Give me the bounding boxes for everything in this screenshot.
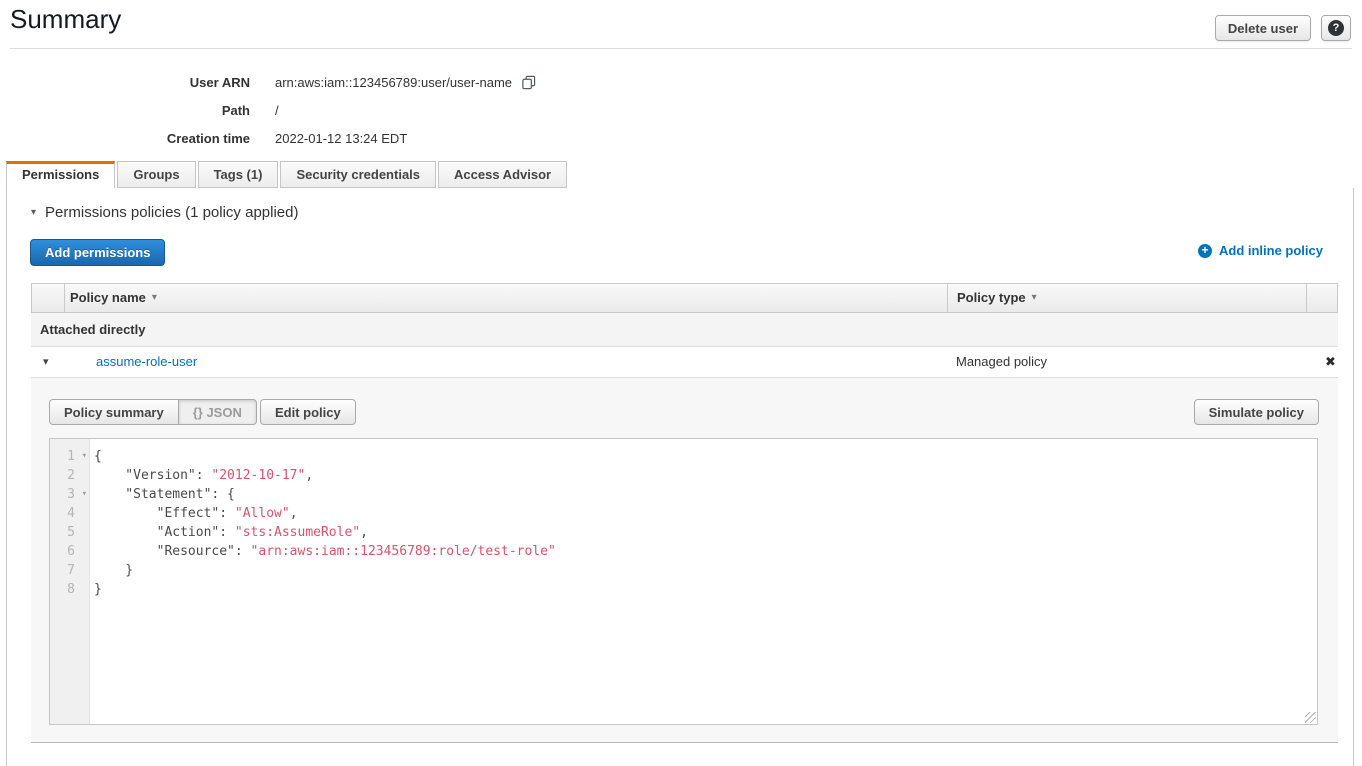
- column-separator: [947, 284, 948, 312]
- iam-user-summary-page: Summary Delete user ? User ARN arn:aws:i…: [0, 0, 1362, 766]
- permissions-policies-heading[interactable]: ▾ Permissions policies (1 policy applied…: [31, 204, 298, 221]
- section-collapse-caret-icon: ▾: [31, 207, 36, 218]
- tab-tags[interactable]: Tags (1): [198, 161, 279, 188]
- copy-icon[interactable]: [521, 75, 536, 90]
- column-header-policy-type[interactable]: Policy type ▾: [957, 284, 1037, 312]
- editor-code-area: { "Version": "2012-10-17", "Statement": …: [90, 439, 1317, 724]
- policy-view-toggle-group: Policy summary {} JSON: [49, 399, 257, 425]
- edit-policy-button[interactable]: Edit policy: [260, 399, 356, 425]
- row-expand-caret-icon[interactable]: ▾: [43, 347, 49, 377]
- policy-detail-expanded: Policy summary {} JSON Edit policy Simul…: [31, 377, 1338, 743]
- line-number: 8: [50, 580, 89, 599]
- creation-time-label: Creation time: [0, 131, 250, 146]
- policy-table-header: Policy name ▾ Policy type ▾: [31, 283, 1338, 313]
- line-number: 5: [50, 523, 89, 542]
- column-separator: [1306, 284, 1307, 312]
- code-line: "Action": "sts:AssumeRole",: [94, 523, 1317, 542]
- line-number: 2: [50, 466, 89, 485]
- creation-time-value: 2022-01-12 13:24 EDT: [275, 131, 407, 146]
- json-view-button[interactable]: {} JSON: [178, 399, 257, 425]
- line-number: 6: [50, 542, 89, 561]
- column-separator: [64, 284, 65, 312]
- user-arn-row: User ARN arn:aws:iam::123456789:user/use…: [0, 68, 536, 96]
- fold-caret-icon[interactable]: ▾: [82, 447, 87, 466]
- tab-bar: Permissions Groups Tags (1) Security cre…: [6, 161, 569, 188]
- code-line: "Statement": {: [94, 485, 1317, 504]
- sort-caret-icon: ▾: [1032, 284, 1037, 312]
- tab-access-advisor[interactable]: Access Advisor: [438, 161, 567, 188]
- policy-json-editor[interactable]: 1 ▾ 2 3 ▾ 4 5 6 7 8: [49, 438, 1318, 725]
- remove-policy-icon[interactable]: ✖: [1314, 347, 1347, 377]
- help-button[interactable]: ?: [1321, 15, 1351, 41]
- code-line: }: [94, 561, 1317, 580]
- editor-resize-handle[interactable]: [1305, 712, 1316, 723]
- policy-summary-button[interactable]: Policy summary: [49, 399, 179, 425]
- policy-type-value: Managed policy: [956, 347, 1047, 377]
- line-number: 3 ▾: [50, 485, 89, 504]
- attached-directly-group-row: Attached directly: [31, 313, 1338, 347]
- creation-time-row: Creation time 2022-01-12 13:24 EDT: [0, 124, 536, 152]
- tab-security-credentials[interactable]: Security credentials: [280, 161, 436, 188]
- user-arn-label: User ARN: [0, 75, 250, 90]
- fold-caret-icon[interactable]: ▾: [82, 485, 87, 504]
- add-inline-policy-label: Add inline policy: [1219, 243, 1323, 258]
- help-icon: ?: [1328, 20, 1344, 36]
- code-line: "Version": "2012-10-17",: [94, 466, 1317, 485]
- add-inline-policy-link[interactable]: + Add inline policy: [1198, 243, 1323, 258]
- permissions-tab-panel: ▾ Permissions policies (1 policy applied…: [6, 188, 1354, 766]
- column-header-policy-name[interactable]: Policy name ▾: [70, 284, 157, 312]
- policy-name-link[interactable]: assume-role-user: [96, 347, 197, 377]
- code-line: {: [94, 447, 1317, 466]
- code-line: "Resource": "arn:aws:iam::123456789:role…: [94, 542, 1317, 561]
- policy-row: ▾ assume-role-user Managed policy ✖: [31, 347, 1338, 377]
- permissions-policies-heading-label: Permissions policies (1 policy applied): [45, 204, 298, 221]
- tab-permissions[interactable]: Permissions: [6, 161, 115, 188]
- top-actions: Delete user ?: [1215, 15, 1351, 41]
- sort-caret-icon: ▾: [152, 284, 157, 312]
- user-arn-value: arn:aws:iam::123456789:user/user-name: [275, 75, 512, 90]
- add-permissions-button[interactable]: Add permissions: [30, 239, 165, 266]
- editor-gutter: 1 ▾ 2 3 ▾ 4 5 6 7 8: [50, 439, 90, 724]
- page-title: Summary: [10, 4, 121, 35]
- line-number: 1 ▾: [50, 447, 89, 466]
- line-number: 4: [50, 504, 89, 523]
- policy-table: Policy name ▾ Policy type ▾ Attached dir…: [31, 283, 1338, 743]
- path-value: /: [275, 103, 279, 118]
- header-divider: [10, 48, 1352, 49]
- code-line: }: [94, 580, 1317, 599]
- line-number: 7: [50, 561, 89, 580]
- delete-user-button[interactable]: Delete user: [1215, 15, 1311, 41]
- plus-circle-icon: +: [1198, 244, 1212, 258]
- user-info-section: User ARN arn:aws:iam::123456789:user/use…: [0, 68, 536, 152]
- path-label: Path: [0, 103, 250, 118]
- path-row: Path /: [0, 96, 536, 124]
- code-line: "Effect": "Allow",: [94, 504, 1317, 523]
- tab-groups[interactable]: Groups: [117, 161, 195, 188]
- simulate-policy-button[interactable]: Simulate policy: [1194, 399, 1319, 425]
